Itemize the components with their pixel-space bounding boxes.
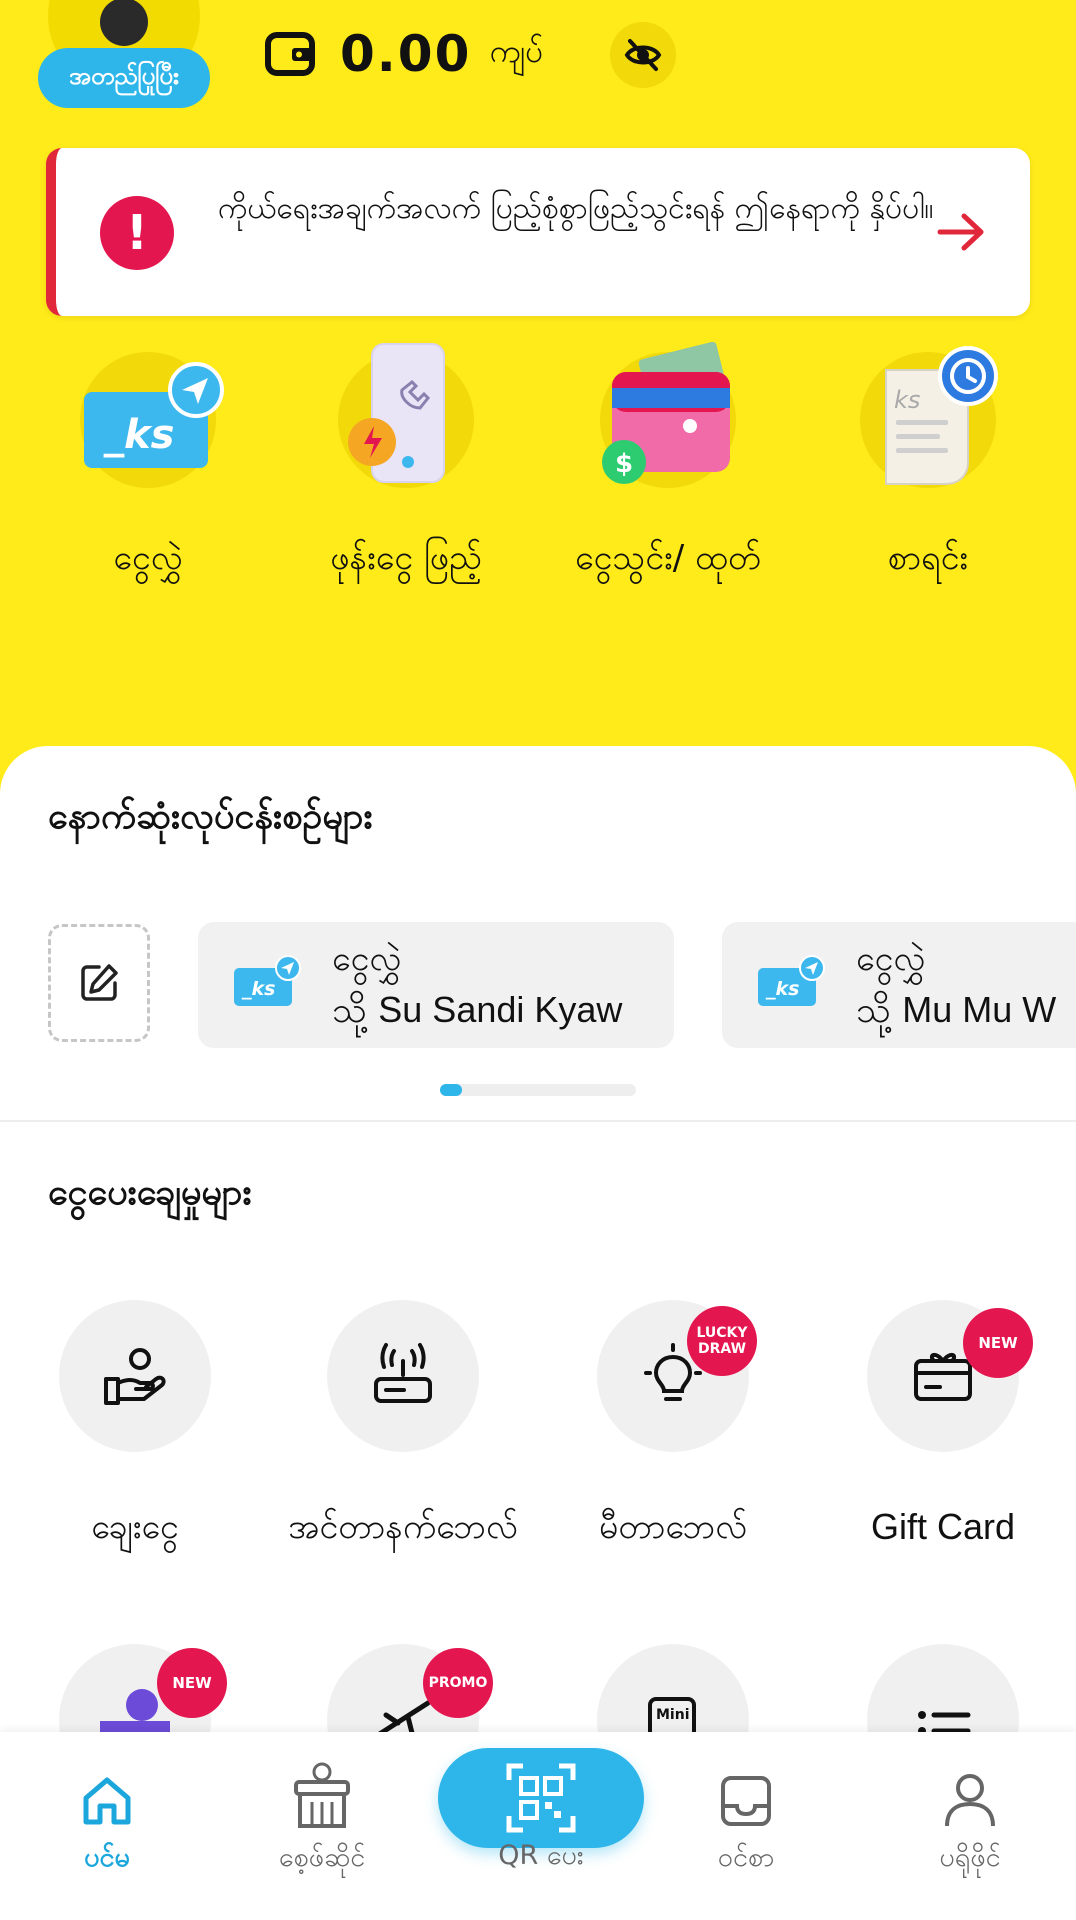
payment-label: မီတာဘေလ် xyxy=(598,1507,748,1547)
svg-text:_ks: _ks xyxy=(103,412,174,458)
alert-icon: ! xyxy=(100,196,174,270)
router-icon xyxy=(374,1343,432,1403)
carousel-scroll-indicator xyxy=(440,1084,636,1096)
quick-action-history[interactable]: ks စာရင်း xyxy=(798,346,1058,590)
recent-transaction-card[interactable]: _ks ငွေလွှဲ သို့ Su Sandi Kyaw xyxy=(198,922,674,1048)
qr-pay-label: QR ပေး xyxy=(498,1840,584,1871)
nav-inbox[interactable]: ဝင်စာ xyxy=(666,1772,826,1880)
profile-icon xyxy=(945,1774,995,1827)
svg-text:_ks: _ks xyxy=(241,978,275,1000)
recipient-name: Mu Mu W xyxy=(902,989,1057,1030)
payment-label: Gift Card xyxy=(870,1506,1016,1547)
qr-pay-button[interactable] xyxy=(438,1748,644,1848)
svg-text:ks: ks xyxy=(894,386,920,414)
new-badge: NEW xyxy=(963,1308,1033,1378)
wallet-icon xyxy=(265,32,315,76)
nav-home[interactable]: ပင်မ xyxy=(27,1772,187,1880)
transfer-icon: _ks xyxy=(758,955,825,1006)
balance-display: 0.00 ကျပ် xyxy=(264,18,543,90)
loan-icon xyxy=(104,1348,166,1405)
balance-currency: ကျပ် xyxy=(489,32,543,70)
nav-profile[interactable]: ပရိုဖိုင် xyxy=(890,1770,1050,1880)
quick-action-label: ငွေလွှဲ xyxy=(113,538,183,578)
recent-transaction-card[interactable]: _ks ငွေလွှဲ သို့ Mu Mu W xyxy=(722,922,1076,1048)
payment-item-loan[interactable]: ချေးငွေ xyxy=(0,1300,270,1560)
payment-label: ချေးငွေ xyxy=(91,1507,179,1547)
edit-icon xyxy=(81,964,118,1001)
transfer-icon: _ks xyxy=(234,955,301,1006)
divider xyxy=(0,1120,1076,1122)
verified-badge: အတည်ပြုပြီး xyxy=(38,48,210,108)
transaction-recipient: သို့ Su Sandi Kyaw xyxy=(332,989,623,1031)
quick-action-cash-in-out[interactable]: $ ငွေသွင်း/ ထုတ် xyxy=(538,342,798,590)
quick-action-label: ငွေသွင်း/ ထုတ် xyxy=(575,538,761,578)
alert-message: ကိုယ်ရေးအချက်အလက် ပြည့်စုံစွာဖြည့်သွင်းရ… xyxy=(218,191,934,226)
quick-action-label: ဖုန်းငွေ ဖြည့် xyxy=(330,538,482,578)
balance-amount: 0.00 xyxy=(340,25,472,83)
svg-text:_ks: _ks xyxy=(765,978,799,1000)
recent-transactions-title: နောက်ဆုံးလုပ်ငန်းစဉ်များ xyxy=(48,796,373,837)
edit-shortcuts-button[interactable] xyxy=(48,924,150,1042)
transaction-recipient: သို့ Mu Mu W xyxy=(856,989,1057,1031)
svg-text:Mini: Mini xyxy=(656,1707,690,1723)
qr-code-icon xyxy=(506,1763,576,1833)
eye-off-icon xyxy=(624,39,662,71)
transfer-icon: _ks xyxy=(84,362,224,468)
quick-action-topup[interactable]: ဖုန်းငွေ ဖြည့် xyxy=(276,343,536,590)
cash-in-out-icon: $ xyxy=(602,342,730,484)
new-badge: NEW xyxy=(157,1648,227,1718)
lucky-draw-badge: LUCKY DRAW xyxy=(687,1306,757,1376)
recipient-name: Su Sandi Kyaw xyxy=(378,989,623,1030)
kyc-alert-card[interactable]: ! ကိုယ်ရေးအချက်အလက် ပြည့်စုံစွာဖြည့်သွင်… xyxy=(46,148,1030,316)
history-icon: ks xyxy=(885,346,998,485)
store-icon xyxy=(294,1762,350,1828)
payments-title: ငွေပေးချေမှုများ xyxy=(48,1172,252,1213)
home-icon xyxy=(83,1777,131,1825)
payment-label: အင်တာနက်ဘေလ် xyxy=(288,1507,518,1547)
payment-item-electricity-bill[interactable]: LUCKY DRAW မီတာဘေလ် xyxy=(538,1300,808,1560)
payment-item-internet-bill[interactable]: အင်တာနက်ဘေလ် xyxy=(268,1300,538,1560)
payment-item-gift-card[interactable]: NEW Gift Card xyxy=(808,1300,1076,1560)
arrow-right-icon xyxy=(937,213,984,251)
quick-action-label: စာရင်း xyxy=(887,538,969,578)
transaction-type: ငွေလွှဲ xyxy=(856,939,926,979)
promo-badge: PROMO xyxy=(423,1648,493,1718)
topup-icon xyxy=(348,343,445,483)
nav-shop[interactable]: စေ့ဖ်ဆိုင် xyxy=(242,1762,402,1880)
transaction-type: ငွေလွှဲ xyxy=(332,939,402,979)
hide-balance-button[interactable] xyxy=(610,22,676,88)
inbox-icon xyxy=(721,1776,771,1826)
svg-text:$: $ xyxy=(615,449,633,479)
quick-action-transfer[interactable]: _ks ငွေလွှဲ xyxy=(18,352,278,590)
